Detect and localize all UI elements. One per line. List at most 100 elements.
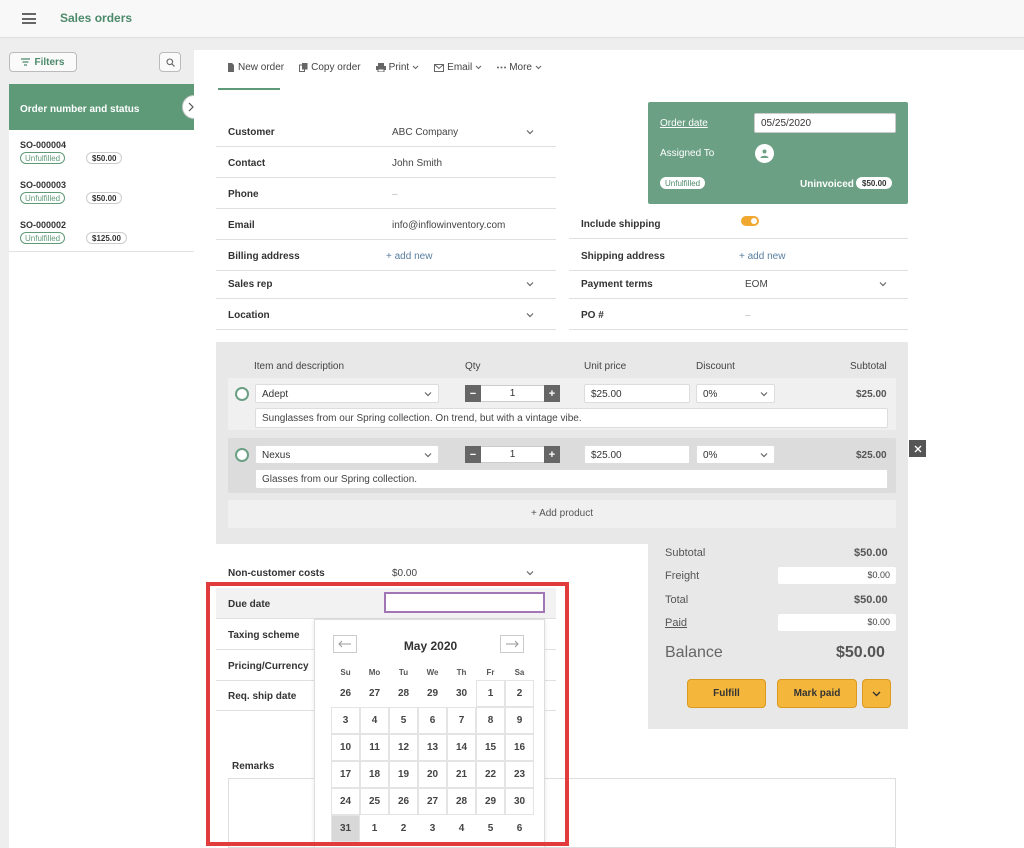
billing-add-new-link[interactable]: + add new (386, 251, 432, 262)
sales-rep-field[interactable]: Sales rep (216, 268, 556, 299)
filters-button[interactable]: Filters (9, 52, 77, 72)
fulfillment-status-badge: Unfulfilled (660, 177, 706, 189)
page-title: Sales orders (60, 11, 133, 25)
order-date-input[interactable]: 05/25/2020 (754, 113, 896, 133)
quantity-stepper[interactable]: − 1 + (465, 385, 560, 402)
payment-terms-label: Payment terms (581, 279, 653, 290)
more-actions-button[interactable] (862, 679, 891, 708)
quantity-stepper[interactable]: − 1 + (465, 446, 560, 463)
total-value: $50.00 (854, 594, 888, 606)
freight-input[interactable]: $0.00 (778, 567, 896, 584)
balance-value: $50.00 (836, 644, 885, 661)
chevron-down-icon (526, 130, 534, 135)
copy-order-button[interactable]: Copy order (299, 62, 361, 73)
chevron-down-icon (412, 65, 419, 70)
assign-user-button[interactable] (755, 144, 774, 163)
email-button[interactable]: Email (434, 62, 482, 73)
product-name: Nexus (262, 450, 291, 461)
order-list-header: Order number and status (9, 84, 194, 130)
paid-label[interactable]: Paid (665, 617, 687, 629)
copy-order-label: Copy order (311, 62, 361, 73)
increment-button[interactable]: + (544, 385, 560, 402)
unit-price-column-header: Unit price (584, 361, 627, 372)
line-select-radio[interactable] (235, 387, 249, 401)
menu-icon[interactable] (22, 13, 36, 24)
discount-select[interactable]: 0% (696, 384, 775, 403)
include-shipping-field: Include shipping (569, 208, 908, 239)
decrement-button[interactable]: − (465, 446, 481, 463)
customer-field[interactable]: Customer ABC Company (216, 116, 556, 147)
chevron-down-icon (872, 691, 881, 696)
document-icon (228, 63, 234, 72)
contact-label: Contact (228, 158, 266, 169)
discount-select[interactable]: 0% (696, 445, 775, 464)
printer-icon (375, 63, 386, 72)
add-product-button[interactable]: + Add product (228, 500, 896, 528)
line-select-radio[interactable] (235, 448, 249, 462)
remove-line-button[interactable] (909, 440, 926, 457)
chevron-down-icon (760, 453, 768, 458)
chevron-down-icon (526, 571, 534, 576)
customer-value: ABC Company (392, 127, 459, 138)
contact-value: John Smith (392, 158, 443, 169)
chevron-down-icon (475, 65, 482, 70)
decrement-button[interactable]: − (465, 385, 481, 402)
order-list-item[interactable]: SO-000002 Unfulfilled $125.00 (9, 211, 194, 252)
item-column-header: Item and description (254, 361, 345, 372)
phone-value: – (392, 189, 398, 200)
order-date-label[interactable]: Order date (660, 118, 708, 129)
order-amount: $50.00 (86, 192, 123, 204)
invoice-status: Uninvoiced (800, 179, 854, 190)
phone-field[interactable]: Phone – (216, 178, 556, 209)
shipping-address-field: Shipping address + add new (569, 240, 908, 271)
active-tab-indicator (218, 88, 280, 90)
totals-panel: Subtotal $50.00 Freight $0.00 Total $50.… (648, 544, 908, 729)
line-description-input[interactable]: Sunglasses from our Spring collection. O… (255, 408, 888, 428)
fulfill-button[interactable]: Fulfill (687, 679, 766, 708)
toolbar: New order Copy order Print Email More (227, 62, 542, 73)
assigned-to-label: Assigned To (660, 148, 715, 159)
payment-terms-value: EOM (745, 279, 768, 290)
chevron-down-icon (535, 65, 542, 70)
product-select[interactable]: Adept (255, 384, 439, 403)
order-list-item[interactable]: SO-000003 Unfulfilled $50.00 (9, 171, 194, 212)
po-number-value: – (745, 310, 751, 321)
shipping-add-new-link[interactable]: + add new (739, 251, 785, 262)
location-field[interactable]: Location (216, 299, 556, 330)
freight-label: Freight (665, 570, 700, 582)
line-description-input[interactable]: Glasses from our Spring collection. (255, 469, 888, 489)
envelope-icon (434, 63, 445, 72)
email-field[interactable]: Email info@inflowinventory.com (216, 209, 556, 240)
subtotal-value: $50.00 (854, 547, 888, 559)
product-name: Adept (262, 389, 289, 400)
phone-label: Phone (228, 189, 259, 200)
billing-address-field: Billing address + add new (216, 240, 556, 271)
top-bar (0, 0, 1024, 38)
search-button[interactable] (159, 52, 181, 72)
include-shipping-label: Include shipping (581, 219, 661, 230)
increment-button[interactable]: + (544, 446, 560, 463)
status-badge: Unfulfilled (20, 152, 66, 164)
order-amount: $50.00 (86, 152, 123, 164)
include-shipping-toggle[interactable] (741, 216, 759, 226)
line-subtotal: $25.00 (856, 450, 887, 461)
print-label: Print (388, 62, 410, 73)
paid-input[interactable]: $0.00 (778, 614, 896, 631)
mark-paid-button[interactable]: Mark paid (777, 679, 857, 708)
discount-value: 0% (703, 389, 718, 400)
order-list-item[interactable]: SO-000004 Unfulfilled $50.00 (9, 131, 194, 172)
quantity-value: 1 (481, 446, 544, 463)
payment-terms-field[interactable]: Payment terms EOM (569, 268, 908, 299)
unit-price-input[interactable]: $25.00 (584, 384, 690, 403)
print-button[interactable]: Print (375, 62, 420, 73)
unit-price-input[interactable]: $25.00 (584, 445, 690, 464)
filters-label: Filters (34, 56, 65, 68)
po-number-field[interactable]: PO # – (569, 299, 908, 330)
highlight-box (206, 582, 569, 846)
line-subtotal: $25.00 (856, 389, 887, 400)
contact-field[interactable]: Contact John Smith (216, 147, 556, 178)
non-customer-costs-value: $0.00 (392, 568, 418, 579)
more-button[interactable]: More (497, 62, 542, 73)
product-select[interactable]: Nexus (255, 445, 439, 464)
new-order-button[interactable]: New order (227, 62, 284, 73)
